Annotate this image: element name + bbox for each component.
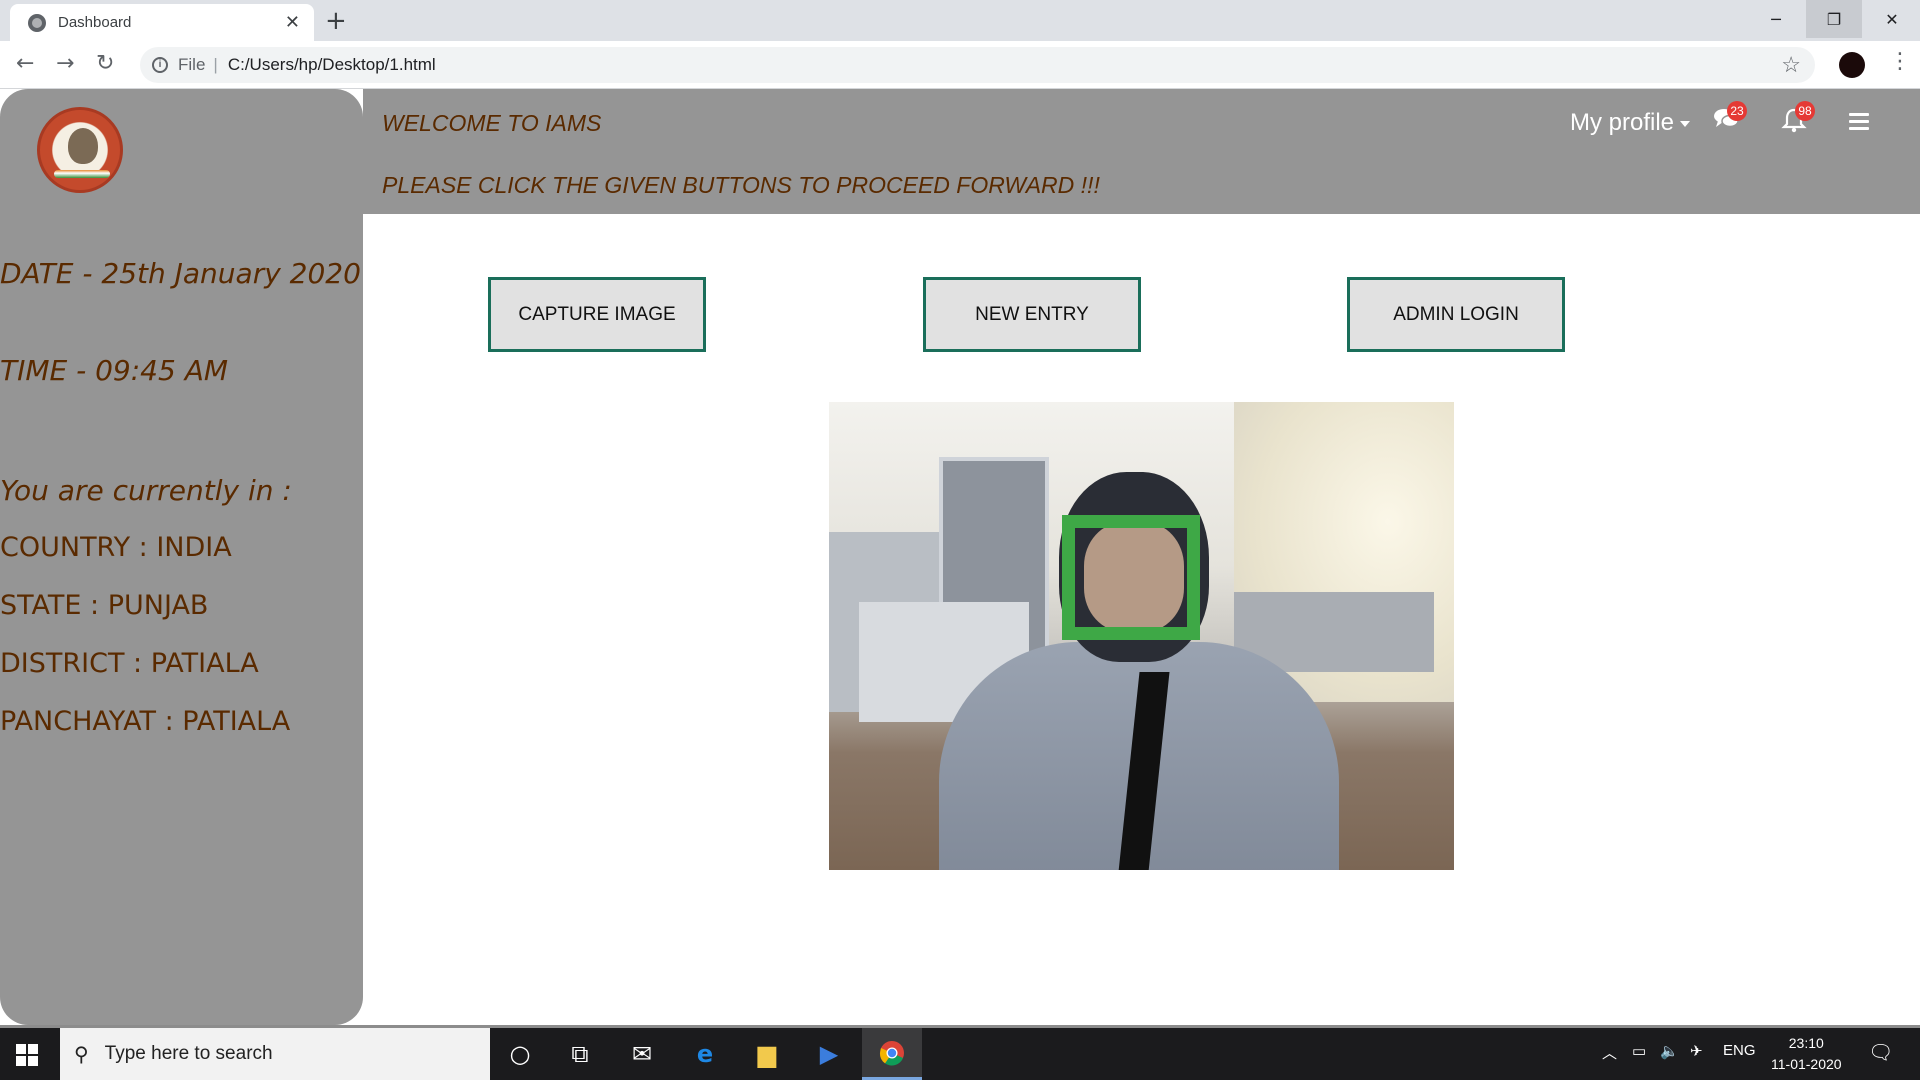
reload-icon[interactable]: ↻ <box>96 51 114 76</box>
chrome-logo <box>879 1040 904 1066</box>
search-placeholder: Type here to search <box>104 1043 273 1064</box>
capture-image-button[interactable]: CAPTURE IMAGE <box>488 277 706 352</box>
sidebar: DATE - 25th January 2020 TIME - 09:45 AM… <box>0 89 363 1025</box>
restore-icon[interactable]: ❐ <box>1806 0 1862 38</box>
sidebar-date: DATE - 25th January 2020 <box>0 257 361 290</box>
separator: | <box>213 55 218 74</box>
globe-icon <box>28 13 46 32</box>
browser-menu-icon[interactable]: ⋮ <box>1889 49 1911 74</box>
volume-icon[interactable]: 🔈 <box>1660 1042 1679 1060</box>
tab-title: Dashboard <box>58 14 132 31</box>
clock-date: 11-01-2020 <box>1771 1056 1842 1072</box>
url-field[interactable]: i File | C:/Users/hp/Desktop/1.html ☆ <box>140 47 1815 83</box>
info-icon[interactable]: i <box>152 57 168 73</box>
hamburger-line <box>1849 120 1869 123</box>
sidebar-time: TIME - 09:45 AM <box>0 354 229 387</box>
new-tab-icon[interactable]: + <box>325 6 347 36</box>
welcome-text: WELCOME TO IAMS <box>382 110 602 136</box>
language-indicator[interactable]: ENG <box>1723 1042 1756 1059</box>
address-bar: ← → ↻ i File | C:/Users/hp/Desktop/1.htm… <box>0 41 1920 89</box>
minimize-icon[interactable]: ─ <box>1748 0 1804 38</box>
instruction-text: PLEASE CLICK THE GIVEN BUTTONS TO PROCEE… <box>382 172 1100 198</box>
messages-button[interactable]: 23 <box>1713 101 1747 135</box>
edge-icon[interactable]: e <box>675 1028 735 1080</box>
url-text: C:/Users/hp/Desktop/1.html <box>227 55 436 74</box>
messages-badge: 23 <box>1727 101 1747 121</box>
admin-login-button[interactable]: ADMIN LOGIN <box>1347 277 1565 352</box>
profile-avatar[interactable] <box>1839 52 1865 78</box>
top-header: WELCOME TO IAMS PLEASE CLICK THE GIVEN B… <box>363 89 1920 214</box>
clock-time: 23:10 <box>1788 1035 1824 1051</box>
windows-taskbar: ⚲ Type here to search ○ ⧉ ✉ e ▆ ▶ ︿ ▭ 🔈 … <box>0 1025 1920 1080</box>
action-center-icon[interactable]: 🗨 <box>1868 1040 1893 1065</box>
webcam-feed <box>829 402 1454 870</box>
taskbar-search-box[interactable]: ⚲ Type here to search <box>60 1028 490 1080</box>
location-country: COUNTRY : INDIA <box>0 532 232 563</box>
my-profile-dropdown[interactable]: My profile <box>1570 109 1691 137</box>
bookmark-star-icon[interactable]: ☆ <box>1781 52 1801 78</box>
chrome-icon[interactable] <box>862 1028 922 1080</box>
windows-start-icon[interactable] <box>16 1044 38 1066</box>
caret-down-icon <box>1680 120 1691 127</box>
location-heading: You are currently in : <box>0 474 292 507</box>
powershell-icon[interactable]: ▶ <box>799 1028 859 1080</box>
taskbar-clock[interactable]: 23:10 11-01-2020 <box>1771 1033 1842 1075</box>
notifications-badge: 98 <box>1795 101 1815 121</box>
file-explorer-icon[interactable]: ▆ <box>737 1028 797 1080</box>
hamburger-line <box>1849 113 1869 116</box>
back-icon[interactable]: ← <box>16 51 34 76</box>
notifications-button[interactable]: 98 <box>1781 101 1815 137</box>
window-close-icon[interactable]: ✕ <box>1864 0 1920 38</box>
location-panchayat: PANCHAYAT : PATIALA <box>0 706 291 737</box>
face-detection-box <box>1062 515 1200 640</box>
task-view-icon[interactable]: ⧉ <box>550 1028 610 1080</box>
profile-label: My profile <box>1570 109 1675 136</box>
search-icon: ⚲ <box>74 1043 89 1066</box>
battery-icon[interactable]: ▭ <box>1632 1042 1646 1060</box>
menu-button[interactable] <box>1849 109 1869 134</box>
logo-flag <box>54 170 110 178</box>
close-tab-icon[interactable]: ✕ <box>285 12 300 33</box>
mail-icon[interactable]: ✉ <box>612 1028 672 1080</box>
tray-chevron-icon[interactable]: ︿ <box>1602 1042 1617 1063</box>
cortana-icon[interactable]: ○ <box>490 1028 550 1080</box>
browser-tab-strip: Dashboard ✕ + ─ ❐ ✕ <box>0 0 1920 41</box>
hamburger-line <box>1849 127 1869 130</box>
new-entry-button[interactable]: NEW ENTRY <box>923 277 1141 352</box>
location-state: STATE : PUNJAB <box>0 590 209 621</box>
forward-icon[interactable]: → <box>56 51 74 76</box>
logo-portrait <box>68 128 98 164</box>
file-label: File <box>178 55 206 74</box>
airplane-mode-icon[interactable]: ✈ <box>1690 1042 1703 1060</box>
browser-tab[interactable]: Dashboard ✕ <box>10 4 314 41</box>
mgnrega-logo <box>37 107 123 193</box>
location-district: DISTRICT : PATIALA <box>0 648 259 679</box>
